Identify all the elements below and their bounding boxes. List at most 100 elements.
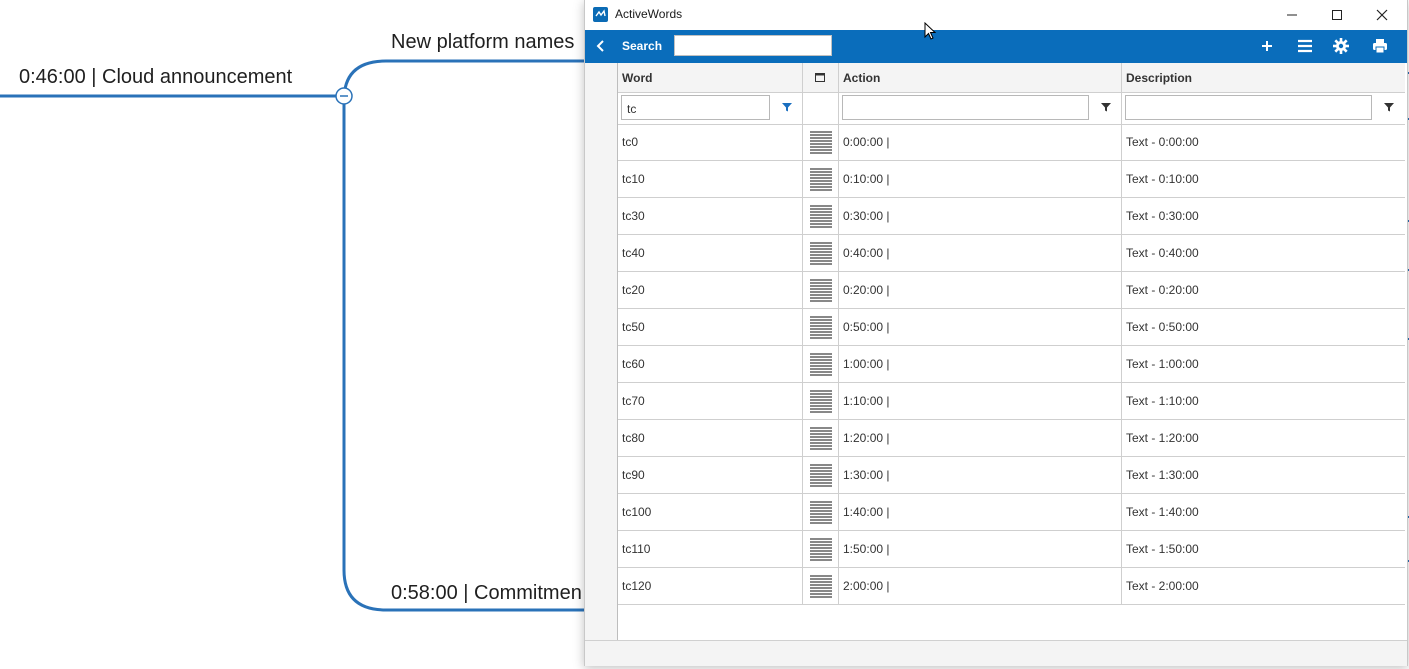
- cell-description[interactable]: Text - 1:40:00: [1122, 494, 1405, 530]
- cell-word[interactable]: tc10: [618, 161, 803, 197]
- plus-icon[interactable]: [1258, 37, 1276, 55]
- filter-icon[interactable]: [1100, 101, 1112, 113]
- cell-action[interactable]: 1:40:00 |: [839, 494, 1122, 530]
- cell-type[interactable]: [803, 383, 839, 419]
- cell-word[interactable]: tc80: [618, 420, 803, 456]
- cell-action[interactable]: 2:00:00 |: [839, 568, 1122, 604]
- table-row[interactable]: tc110 1:50:00 | Text - 1:50:00: [618, 531, 1405, 568]
- text-lines-icon: [810, 168, 832, 191]
- column-header-chooser[interactable]: [803, 63, 839, 92]
- cell-type[interactable]: [803, 235, 839, 271]
- filter-cell-action: [839, 92, 1122, 124]
- cell-word[interactable]: tc0: [618, 124, 803, 160]
- table-row[interactable]: tc50 0:50:00 | Text - 0:50:00: [618, 309, 1405, 346]
- filter-icon[interactable]: [1383, 101, 1395, 113]
- cell-action[interactable]: 1:00:00 |: [839, 346, 1122, 382]
- cell-word[interactable]: tc70: [618, 383, 803, 419]
- cell-word[interactable]: tc90: [618, 457, 803, 493]
- text-lines-icon: [810, 242, 832, 265]
- cell-word[interactable]: tc30: [618, 198, 803, 234]
- back-icon[interactable]: [593, 38, 609, 54]
- cell-description[interactable]: Text - 1:20:00: [1122, 420, 1405, 456]
- cell-action[interactable]: 0:50:00 |: [839, 309, 1122, 345]
- cell-action[interactable]: 0:20:00 |: [839, 272, 1122, 308]
- cell-action[interactable]: 0:40:00 |: [839, 235, 1122, 271]
- status-bar: [585, 640, 1407, 666]
- text-lines-icon: [810, 464, 832, 487]
- cell-type[interactable]: [803, 494, 839, 530]
- text-lines-icon: [810, 575, 832, 598]
- row-gutter: [585, 63, 617, 640]
- cell-word[interactable]: tc20: [618, 272, 803, 308]
- cell-word[interactable]: tc60: [618, 346, 803, 382]
- cell-type[interactable]: [803, 198, 839, 234]
- table-row[interactable]: tc10 0:10:00 | Text - 0:10:00: [618, 161, 1405, 198]
- cell-action[interactable]: 1:30:00 |: [839, 457, 1122, 493]
- table-row[interactable]: tc0 0:00:00 | Text - 0:00:00: [618, 124, 1405, 161]
- mindmap-node-new-platform-names[interactable]: New platform names: [391, 31, 574, 54]
- cell-action[interactable]: 1:50:00 |: [839, 531, 1122, 567]
- filter-icon[interactable]: [781, 101, 793, 113]
- column-header-action[interactable]: Action: [839, 63, 1122, 92]
- description-filter-input[interactable]: [1125, 95, 1372, 120]
- cell-description[interactable]: Text - 0:00:00: [1122, 124, 1405, 160]
- cell-type[interactable]: [803, 124, 839, 160]
- maximize-icon[interactable]: [1314, 0, 1360, 30]
- cell-description[interactable]: Text - 0:40:00: [1122, 235, 1405, 271]
- cell-type[interactable]: [803, 346, 839, 382]
- gear-icon[interactable]: [1332, 37, 1350, 55]
- cell-type[interactable]: [803, 568, 839, 604]
- table-row[interactable]: tc90 1:30:00 | Text - 1:30:00: [618, 457, 1405, 494]
- cell-type[interactable]: [803, 309, 839, 345]
- minimize-icon[interactable]: [1269, 0, 1315, 30]
- column-header-word[interactable]: Word: [618, 63, 803, 92]
- cell-action[interactable]: 0:10:00 |: [839, 161, 1122, 197]
- cell-action[interactable]: 0:00:00 |: [839, 124, 1122, 160]
- cell-word[interactable]: tc120: [618, 568, 803, 604]
- cell-description[interactable]: Text - 1:00:00: [1122, 346, 1405, 382]
- cell-word[interactable]: tc40: [618, 235, 803, 271]
- table-row[interactable]: tc100 1:40:00 | Text - 1:40:00: [618, 494, 1405, 531]
- toolbar: Search: [585, 30, 1407, 63]
- action-filter-input[interactable]: [842, 95, 1089, 120]
- close-icon[interactable]: [1359, 0, 1405, 30]
- cell-action[interactable]: 1:20:00 |: [839, 420, 1122, 456]
- cell-type[interactable]: [803, 420, 839, 456]
- table-row[interactable]: tc20 0:20:00 | Text - 0:20:00: [618, 272, 1405, 309]
- cell-action[interactable]: 0:30:00 |: [839, 198, 1122, 234]
- cell-description[interactable]: Text - 0:30:00: [1122, 198, 1405, 234]
- cell-description[interactable]: Text - 2:00:00: [1122, 568, 1405, 604]
- cell-description[interactable]: Text - 0:50:00: [1122, 309, 1405, 345]
- word-filter-input[interactable]: tc: [621, 95, 770, 120]
- text-lines-icon: [810, 205, 832, 228]
- table-row[interactable]: tc120 2:00:00 | Text - 2:00:00: [618, 568, 1405, 605]
- cell-description[interactable]: Text - 0:20:00: [1122, 272, 1405, 308]
- mindmap-node-cloud-announcement[interactable]: 0:46:00 | Cloud announcement: [19, 66, 292, 89]
- table-row[interactable]: tc80 1:20:00 | Text - 1:20:00: [618, 420, 1405, 457]
- table-row[interactable]: tc70 1:10:00 | Text - 1:10:00: [618, 383, 1405, 420]
- table-row[interactable]: tc30 0:30:00 | Text - 0:30:00: [618, 198, 1405, 235]
- cell-word[interactable]: tc110: [618, 531, 803, 567]
- cell-word[interactable]: tc50: [618, 309, 803, 345]
- cell-type[interactable]: [803, 161, 839, 197]
- cell-description[interactable]: Text - 0:10:00: [1122, 161, 1405, 197]
- activewords-logo-icon: [593, 7, 608, 22]
- cell-type[interactable]: [803, 457, 839, 493]
- menu-icon[interactable]: [1296, 37, 1314, 55]
- mindmap-node-commitment[interactable]: 0:58:00 | Commitmen: [391, 582, 582, 605]
- table-row[interactable]: tc40 0:40:00 | Text - 0:40:00: [618, 235, 1405, 272]
- search-input[interactable]: [674, 35, 832, 56]
- column-header-description[interactable]: Description: [1122, 63, 1405, 92]
- cell-type[interactable]: [803, 272, 839, 308]
- cell-type[interactable]: [803, 531, 839, 567]
- text-lines-icon: [810, 279, 832, 302]
- cell-description[interactable]: Text - 1:50:00: [1122, 531, 1405, 567]
- mouse-cursor-icon: [924, 22, 937, 40]
- title-bar[interactable]: ActiveWords: [585, 0, 1407, 30]
- table-row[interactable]: tc60 1:00:00 | Text - 1:00:00: [618, 346, 1405, 383]
- cell-action[interactable]: 1:10:00 |: [839, 383, 1122, 419]
- cell-description[interactable]: Text - 1:30:00: [1122, 457, 1405, 493]
- cell-word[interactable]: tc100: [618, 494, 803, 530]
- print-icon[interactable]: [1371, 37, 1389, 55]
- cell-description[interactable]: Text - 1:10:00: [1122, 383, 1405, 419]
